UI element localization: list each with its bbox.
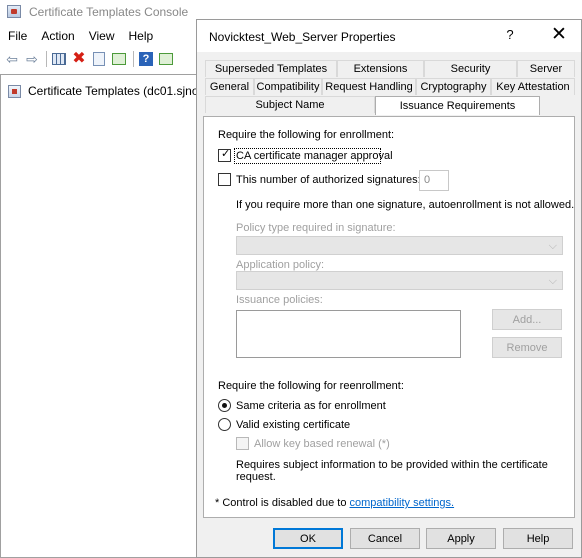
console-title: Certificate Templates Console: [29, 5, 189, 19]
footer-text: * Control is disabled due to: [215, 497, 350, 509]
tree-item-certificate-templates[interactable]: Certificate Templates (dc01.sjno: [8, 84, 199, 98]
issuance-policies-list[interactable]: [236, 310, 461, 358]
tab-request-handling[interactable]: Request Handling: [322, 78, 416, 95]
tab-security[interactable]: Security: [424, 60, 517, 77]
properties-dialog: Novicktest_Web_Server Properties ? ✕ Sup…: [196, 19, 582, 558]
ca-approval-label[interactable]: CA certificate manager approval: [236, 150, 393, 162]
toolbar-separator: [46, 51, 47, 67]
issuance-policies-label: Issuance policies:: [236, 294, 323, 306]
compatibility-settings-link[interactable]: compatibility settings.: [350, 497, 455, 509]
properties-icon[interactable]: [90, 50, 108, 68]
export-list-icon[interactable]: [110, 50, 128, 68]
chevron-down-icon: ⌵: [548, 275, 557, 287]
action-pane-icon[interactable]: [157, 50, 175, 68]
certificate-templates-icon: [8, 84, 21, 98]
chevron-down-icon: ⌵: [548, 240, 557, 252]
dialog-help-button[interactable]: ?: [502, 27, 518, 45]
policy-type-select[interactable]: ⌵: [236, 236, 563, 255]
tab-general[interactable]: General: [205, 78, 254, 95]
policy-type-label: Policy type required in signature:: [236, 222, 396, 234]
apply-button[interactable]: Apply: [426, 528, 496, 549]
help-icon[interactable]: ?: [137, 50, 155, 68]
dialog-close-button[interactable]: ✕: [547, 24, 571, 46]
authorized-signatures-label[interactable]: This number of authorized signatures:: [236, 174, 421, 186]
tab-cryptography[interactable]: Cryptography: [416, 78, 491, 95]
check-mark-icon: ✓: [221, 148, 231, 160]
valid-existing-certificate-label[interactable]: Valid existing certificate: [236, 419, 350, 431]
show-hide-tree-icon[interactable]: [50, 50, 68, 68]
allow-key-renewal-checkbox[interactable]: [236, 437, 249, 450]
application-policy-select[interactable]: ⌵: [236, 271, 563, 290]
back-arrow-icon[interactable]: ⇦: [3, 50, 21, 68]
menu-view[interactable]: View: [82, 29, 122, 43]
same-criteria-label[interactable]: Same criteria as for enrollment: [236, 400, 386, 412]
allow-key-renewal-label[interactable]: Allow key based renewal (*): [254, 438, 390, 450]
menu-action[interactable]: Action: [34, 29, 81, 43]
subject-info-note: Requires subject information to be provi…: [236, 459, 548, 483]
add-policy-button[interactable]: Add...: [492, 309, 562, 330]
valid-existing-certificate-radio[interactable]: [218, 418, 231, 431]
tree-item-label: Certificate Templates (dc01.sjno: [28, 84, 199, 98]
remove-policy-button[interactable]: Remove: [492, 337, 562, 358]
tab-compatibility[interactable]: Compatibility: [254, 78, 322, 95]
signatures-count-field[interactable]: 0: [419, 170, 449, 191]
tab-issuance-requirements[interactable]: Issuance Requirements: [375, 96, 540, 115]
dialog-title: Novicktest_Web_Server Properties: [209, 30, 396, 44]
tab-extensions[interactable]: Extensions: [337, 60, 424, 77]
same-criteria-radio[interactable]: [218, 399, 231, 412]
application-policy-label: Application policy:: [236, 259, 325, 271]
menu-file[interactable]: File: [0, 29, 34, 43]
tab-superseded-templates[interactable]: Superseded Templates: [205, 60, 337, 77]
tab-server[interactable]: Server: [517, 60, 575, 77]
delete-icon[interactable]: ✖: [70, 50, 88, 68]
issuance-requirements-panel: Require the following for enrollment: ✓ …: [203, 116, 575, 518]
menu-help[interactable]: Help: [122, 29, 161, 43]
authorized-signatures-checkbox[interactable]: [218, 173, 231, 186]
compatibility-footer: * Control is disabled due to compatibili…: [215, 497, 454, 509]
ca-approval-checkbox[interactable]: ✓: [218, 148, 231, 162]
dialog-titlebar: Novicktest_Web_Server Properties ? ✕: [197, 20, 581, 52]
tab-key-attestation[interactable]: Key Attestation: [491, 78, 575, 95]
menu-bar: File Action View Help: [0, 25, 200, 47]
cancel-button[interactable]: Cancel: [350, 528, 420, 549]
console-toolbar: ⇦ ⇨ ✖ ?: [0, 48, 200, 70]
toolbar-separator: [133, 51, 134, 67]
help-button[interactable]: Help: [503, 528, 573, 549]
enrollment-heading: Require the following for enrollment:: [218, 129, 395, 141]
reenrollment-heading: Require the following for reenrollment:: [218, 380, 404, 392]
tab-subject-name[interactable]: Subject Name: [205, 96, 375, 113]
certificate-app-icon: [7, 5, 21, 18]
forward-arrow-icon[interactable]: ⇨: [23, 50, 41, 68]
signatures-note: If you require more than one signature, …: [236, 199, 575, 211]
ok-button[interactable]: OK: [273, 528, 343, 549]
console-tree-pane: Certificate Templates (dc01.sjno: [0, 74, 199, 558]
